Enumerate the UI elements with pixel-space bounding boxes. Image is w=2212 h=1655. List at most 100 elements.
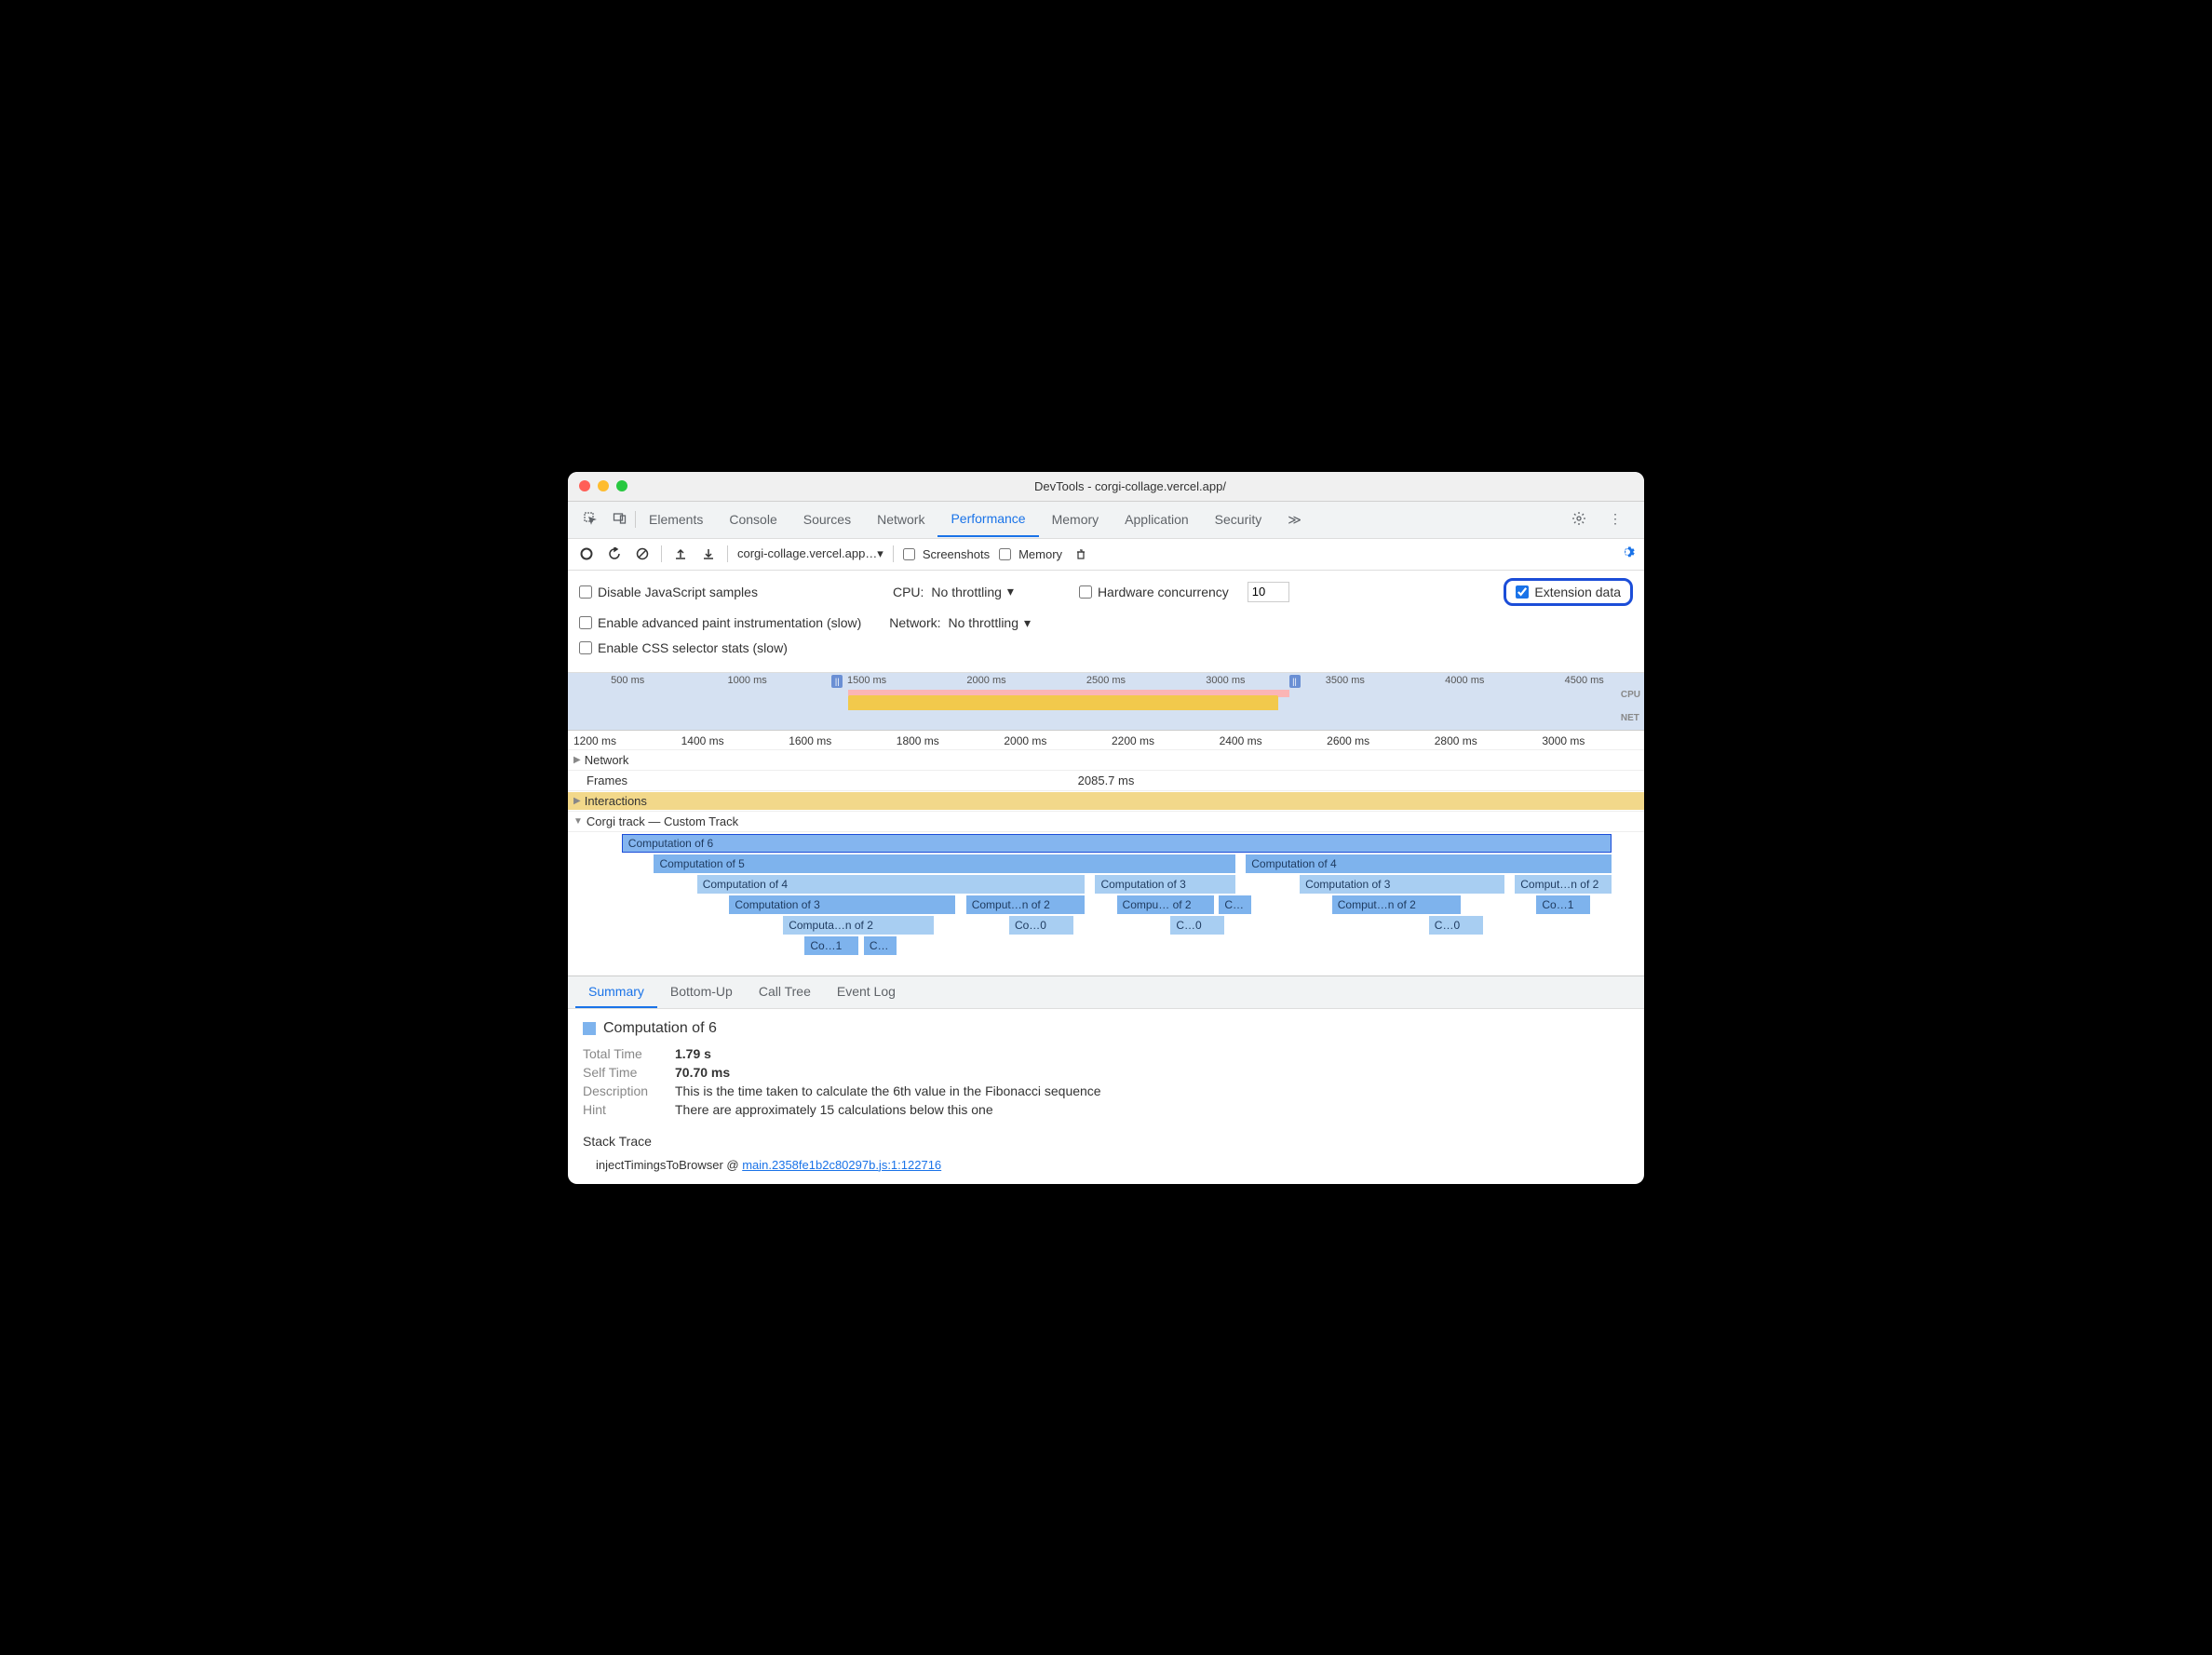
flame-chart[interactable]: Computation of 6 Computation of 5 Comput…	[568, 834, 1644, 976]
flame-bar[interactable]: Comput…n of 2	[966, 895, 1085, 914]
window-title: DevTools - corgi-collage.vercel.app/	[627, 479, 1633, 493]
separator	[893, 545, 894, 562]
close-window-icon[interactable]	[579, 480, 590, 491]
flame-bar[interactable]: Computa…n of 2	[783, 916, 934, 935]
title-bar: DevTools - corgi-collage.vercel.app/	[568, 472, 1644, 502]
network-throttling-select[interactable]: No throttling▾	[949, 615, 1032, 631]
collapse-icon[interactable]: ▼	[573, 816, 583, 827]
self-time-label: Self Time	[583, 1065, 662, 1080]
capture-settings-icon[interactable]	[1620, 545, 1635, 564]
stack-trace: Stack Trace injectTimingsToBrowser @ mai…	[583, 1134, 1629, 1173]
flame-bar[interactable]: Computation of 4	[697, 875, 1085, 894]
flame-bar[interactable]: Computation of 3	[729, 895, 955, 914]
hint-value: There are approximately 15 calculations …	[675, 1102, 993, 1117]
tab-performance[interactable]: Performance	[937, 502, 1038, 537]
total-time-label: Total Time	[583, 1046, 662, 1061]
separator	[661, 545, 662, 562]
capture-settings: Disable JavaScript samples CPU: No throt…	[568, 571, 1644, 673]
corgi-track-header[interactable]: ▼Corgi track — Custom Track	[568, 812, 1644, 832]
upload-icon[interactable]	[671, 545, 690, 563]
summary-panel: Computation of 6 Total Time 1.79 s Self T…	[568, 1009, 1644, 1184]
frames-track[interactable]: Frames2085.7 ms	[568, 771, 1644, 791]
gc-icon[interactable]	[1072, 545, 1090, 563]
devtools-window: DevTools - corgi-collage.vercel.app/ Ele…	[568, 472, 1644, 1184]
screenshots-toggle[interactable]: Screenshots	[903, 547, 990, 561]
css-stats-toggle[interactable]: Enable CSS selector stats (slow)	[579, 640, 788, 655]
overview-activity-band	[848, 695, 1278, 710]
minimize-window-icon[interactable]	[598, 480, 609, 491]
flame-bar[interactable]: Comput…n of 2	[1332, 895, 1462, 914]
hw-concurrency-toggle[interactable]: Hardware concurrency	[1079, 585, 1229, 599]
reload-icon[interactable]	[605, 545, 624, 563]
network-label: Network:	[889, 615, 940, 630]
kebab-icon[interactable]: ⋮	[1601, 502, 1629, 538]
flame-bar[interactable]: Computation of 4	[1246, 854, 1612, 873]
description-value: This is the time taken to calculate the …	[675, 1083, 1101, 1098]
tab-call-tree[interactable]: Call Tree	[746, 976, 824, 1008]
frames-value: 2085.7 ms	[1078, 774, 1135, 787]
clear-icon[interactable]	[633, 545, 652, 563]
tab-summary[interactable]: Summary	[575, 976, 657, 1008]
disable-js-toggle[interactable]: Disable JavaScript samples	[579, 585, 758, 599]
stack-frame: injectTimingsToBrowser @ main.2358fe1b2c…	[583, 1158, 1629, 1173]
traffic-lights	[579, 480, 627, 491]
cpu-throttling-select[interactable]: No throttling▾	[931, 584, 1014, 599]
expand-icon[interactable]: ▶	[573, 755, 581, 765]
network-track[interactable]: ▶Network	[568, 750, 1644, 771]
tab-elements[interactable]: Elements	[636, 503, 716, 536]
flame-bar[interactable]: C…0	[1429, 916, 1483, 935]
overview-ticks: 500 ms1000 ms1500 ms2000 ms2500 ms3000 m…	[568, 673, 1644, 686]
color-swatch	[583, 1022, 596, 1035]
description-label: Description	[583, 1083, 662, 1098]
panel-tabs: Elements Console Sources Network Perform…	[568, 502, 1644, 539]
flame-bar[interactable]: Computation of 3	[1300, 875, 1504, 894]
paint-instrumentation-toggle[interactable]: Enable advanced paint instrumentation (s…	[579, 615, 861, 630]
tab-application[interactable]: Application	[1112, 503, 1202, 536]
flame-bar[interactable]: Co…1	[1536, 895, 1590, 914]
flame-bar[interactable]: C…	[1219, 895, 1251, 914]
gear-icon[interactable]	[1564, 502, 1594, 538]
tab-bottom-up[interactable]: Bottom-Up	[657, 976, 746, 1008]
separator	[727, 545, 728, 562]
time-ruler: 1200 ms1400 ms1600 ms1800 ms2000 ms2200 …	[568, 731, 1644, 750]
device-icon[interactable]	[605, 502, 635, 538]
summary-title: Computation of 6	[583, 1020, 1629, 1037]
self-time-value: 70.70 ms	[675, 1065, 730, 1080]
flame-bar[interactable]: Co…0	[1009, 916, 1073, 935]
extension-data-toggle[interactable]: Extension data	[1504, 578, 1633, 606]
range-handle-left[interactable]: ||	[831, 675, 843, 688]
overview-labels: CPU NET	[1621, 690, 1640, 723]
hw-concurrency-input[interactable]	[1248, 582, 1289, 602]
tab-sources[interactable]: Sources	[790, 503, 864, 536]
tab-event-log[interactable]: Event Log	[824, 976, 909, 1008]
range-handle-right[interactable]: ||	[1289, 675, 1301, 688]
flame-bar[interactable]: Computation of 6	[622, 834, 1612, 853]
flame-bar[interactable]: Comput…n of 2	[1515, 875, 1612, 894]
memory-toggle[interactable]: Memory	[999, 547, 1062, 561]
tab-memory[interactable]: Memory	[1039, 503, 1113, 536]
download-icon[interactable]	[699, 545, 718, 563]
hint-label: Hint	[583, 1102, 662, 1117]
total-time-value: 1.79 s	[675, 1046, 711, 1061]
interactions-track[interactable]: ▶Interactions	[568, 791, 1644, 812]
flame-bar[interactable]: C…0	[1170, 916, 1224, 935]
expand-icon[interactable]: ▶	[573, 796, 581, 806]
perf-toolbar: corgi-collage.vercel.app…▾ Screenshots M…	[568, 539, 1644, 571]
tab-network[interactable]: Network	[864, 503, 937, 536]
flame-bar[interactable]: Compu… of 2	[1117, 895, 1214, 914]
timeline-overview[interactable]: 500 ms1000 ms1500 ms2000 ms2500 ms3000 m…	[568, 673, 1644, 731]
inspect-icon[interactable]	[575, 502, 605, 538]
flame-bar[interactable]: C…	[864, 936, 897, 955]
record-icon[interactable]	[577, 545, 596, 563]
recording-selector[interactable]: corgi-collage.vercel.app…▾	[737, 546, 883, 561]
flame-bar[interactable]: Co…1	[804, 936, 858, 955]
tab-security[interactable]: Security	[1202, 503, 1275, 536]
detail-tabs: Summary Bottom-Up Call Tree Event Log	[568, 976, 1644, 1009]
maximize-window-icon[interactable]	[616, 480, 627, 491]
flame-bar[interactable]: Computation of 5	[654, 854, 1234, 873]
cpu-label: CPU:	[893, 585, 924, 599]
source-link[interactable]: main.2358fe1b2c80297b.js:1:122716	[742, 1158, 941, 1172]
tab-console[interactable]: Console	[716, 503, 789, 536]
tabs-overflow-icon[interactable]: ≫	[1275, 503, 1315, 537]
flame-bar[interactable]: Computation of 3	[1095, 875, 1234, 894]
